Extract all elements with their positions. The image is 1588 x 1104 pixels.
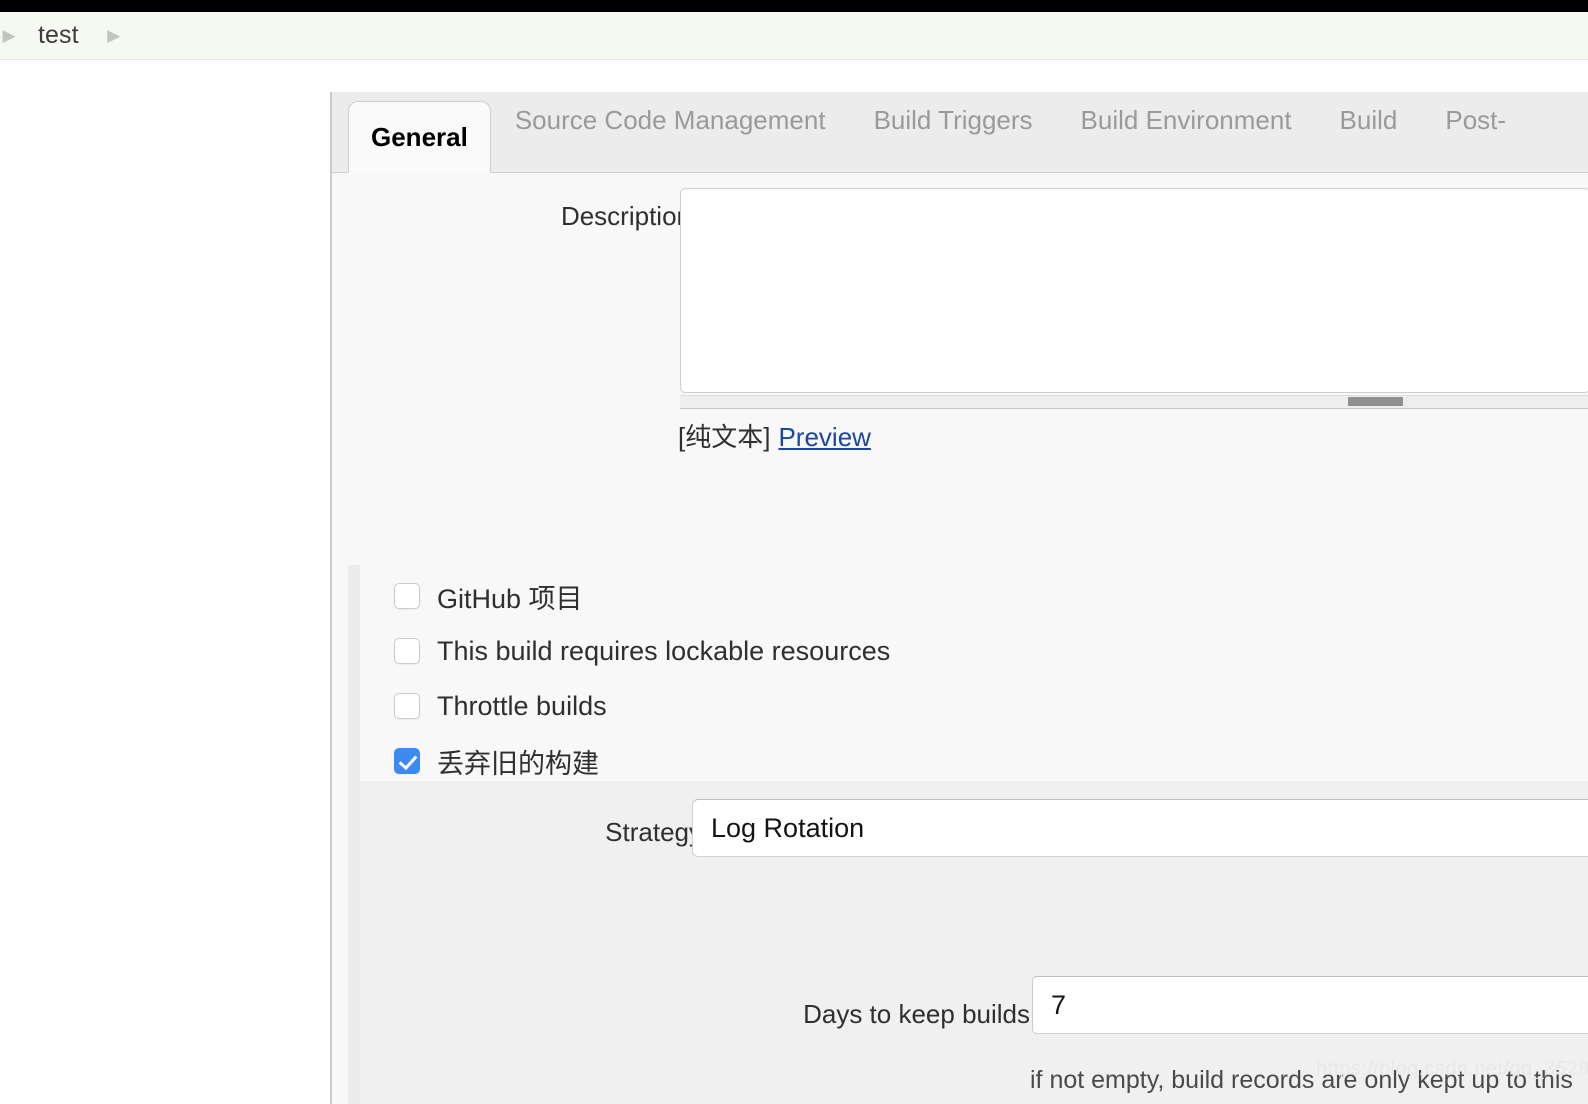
checkbox-options-section: GitHub 项目 This build requires lockable r… <box>348 565 1588 781</box>
checkbox-label-throttle-builds: Throttle builds <box>437 690 607 721</box>
checkbox-row-lockable-resources[interactable]: This build requires lockable resources <box>394 624 890 678</box>
tab-general-label: General <box>371 121 468 152</box>
breadcrumb-item-test[interactable]: test <box>38 21 79 50</box>
watermark-text: https://blog.csdn.net/qq_35299863 <box>1316 1058 1588 1080</box>
tab-source-code-management-label: Source Code Management <box>514 105 826 135</box>
tab-source-code-management[interactable]: Source Code Management <box>491 91 850 172</box>
checkbox-label-lockable-resources: This build requires lockable resources <box>437 635 891 666</box>
discard-old-builds-settings: Strategy Log Rotation Days to keep build… <box>348 781 1588 1104</box>
breadcrumb: ▶ test ▶ <box>0 12 1588 60</box>
description-row: Description [纯文本] Preview <box>332 173 1588 452</box>
tab-build-label: Build <box>1339 105 1398 135</box>
description-markup-type: [纯文本] <box>678 422 771 452</box>
description-label: Description <box>560 201 691 231</box>
tab-build-environment-label: Build Environment <box>1080 105 1292 135</box>
checkbox-github-project[interactable] <box>394 583 420 609</box>
description-preview-row: [纯文本] Preview <box>678 417 871 454</box>
browser-chrome-strip <box>0 0 1588 12</box>
checkbox-discard-old-builds[interactable] <box>394 748 420 774</box>
checkbox-label-github-project: GitHub 项目 <box>437 583 583 614</box>
strategy-select[interactable]: Log Rotation <box>692 799 1588 857</box>
description-scrollbar-thumb[interactable] <box>1348 397 1403 406</box>
tab-build[interactable]: Build <box>1316 91 1422 172</box>
checkbox-row-discard-old-builds[interactable]: 丢弃旧的构建 <box>394 734 599 788</box>
description-textarea[interactable] <box>680 188 1588 393</box>
checkbox-row-github-project[interactable]: GitHub 项目 <box>394 569 583 623</box>
app-root: ▶ test ▶ General Source Code Management … <box>0 0 1588 1104</box>
days-to-keep-builds-input[interactable]: 7 <box>1032 976 1588 1034</box>
description-preview-link[interactable]: Preview <box>778 422 870 452</box>
job-config-panel: General Source Code Management Build Tri… <box>330 92 1588 1104</box>
strategy-label: Strategy <box>605 817 702 847</box>
tab-build-environment[interactable]: Build Environment <box>1057 91 1316 172</box>
checkbox-lockable-resources[interactable] <box>394 638 420 664</box>
tab-post-build-actions-label: Post- <box>1445 105 1507 135</box>
days-to-keep-builds-label: Days to keep builds <box>803 999 1030 1029</box>
tab-post-build-actions[interactable]: Post- <box>1421 91 1530 172</box>
breadcrumb-arrow-icon-trailing[interactable]: ▶ <box>101 27 127 44</box>
checkbox-throttle-builds[interactable] <box>394 693 420 719</box>
config-tab-bar: General Source Code Management Build Tri… <box>332 92 1588 173</box>
checkbox-row-throttle-builds[interactable]: Throttle builds <box>394 679 607 733</box>
tab-general[interactable]: General <box>348 101 491 173</box>
description-horizontal-scrollbar[interactable] <box>680 395 1588 409</box>
checkbox-label-discard-old-builds: 丢弃旧的构建 <box>437 748 599 779</box>
tab-build-triggers-label: Build Triggers <box>873 105 1033 135</box>
breadcrumb-arrow-icon-leading: ▶ <box>2 26 16 45</box>
tab-build-triggers[interactable]: Build Triggers <box>850 91 1057 172</box>
config-form-body: Description [纯文本] Preview GitHub 项目 This … <box>332 173 1588 1104</box>
